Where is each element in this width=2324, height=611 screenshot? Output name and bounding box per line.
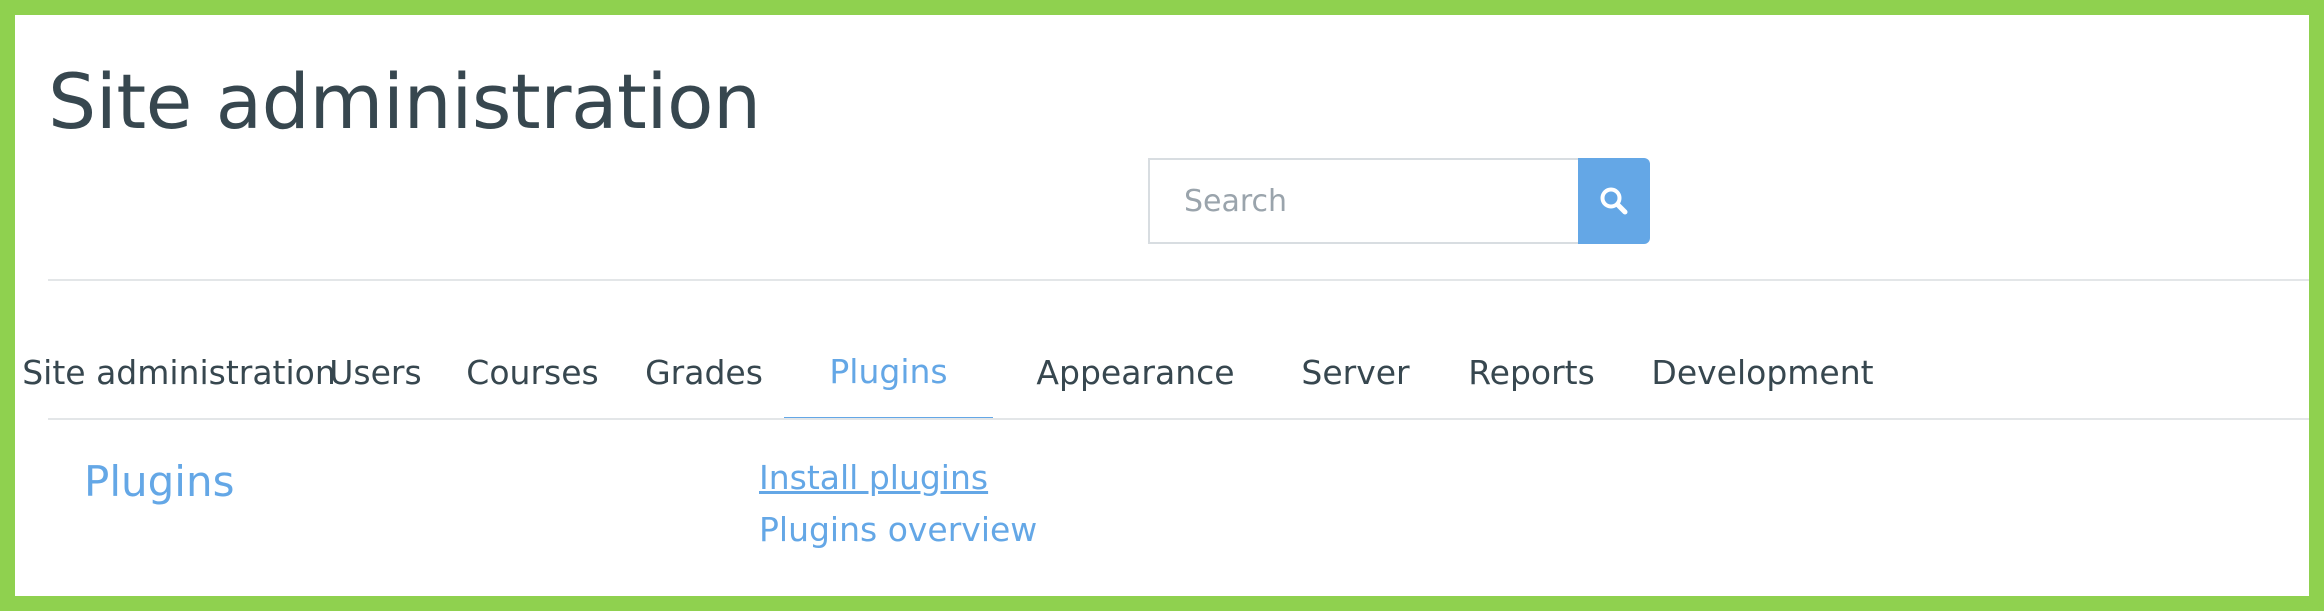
tab-grades[interactable]: Grades — [624, 325, 784, 420]
search-form — [1148, 158, 1664, 244]
section-links: Install plugins Plugins overview — [759, 452, 1037, 556]
search-icon — [1598, 185, 1630, 217]
search-input[interactable] — [1148, 158, 1578, 244]
page-frame: Site administration Site administration … — [15, 15, 2309, 596]
section-heading[interactable]: Plugins — [84, 457, 234, 506]
install-plugins-link[interactable]: Install plugins — [759, 452, 1037, 504]
tab-site-administration[interactable]: Site administration — [22, 325, 336, 420]
search-button[interactable] — [1578, 158, 1650, 244]
page-title: Site administration — [48, 57, 761, 146]
tab-courses[interactable]: Courses — [441, 325, 624, 420]
header-divider — [48, 279, 2309, 281]
tab-plugins[interactable]: Plugins — [784, 325, 993, 420]
tabs-divider — [48, 418, 2309, 420]
tab-reports[interactable]: Reports — [1433, 325, 1630, 420]
tab-users[interactable]: Users — [310, 325, 441, 420]
tab-development[interactable]: Development — [1630, 325, 1895, 420]
admin-tabs: Site administration Users Courses Grades… — [22, 325, 2309, 420]
tab-appearance[interactable]: Appearance — [993, 325, 1278, 420]
tab-server[interactable]: Server — [1278, 325, 1433, 420]
plugins-overview-link[interactable]: Plugins overview — [759, 504, 1037, 556]
